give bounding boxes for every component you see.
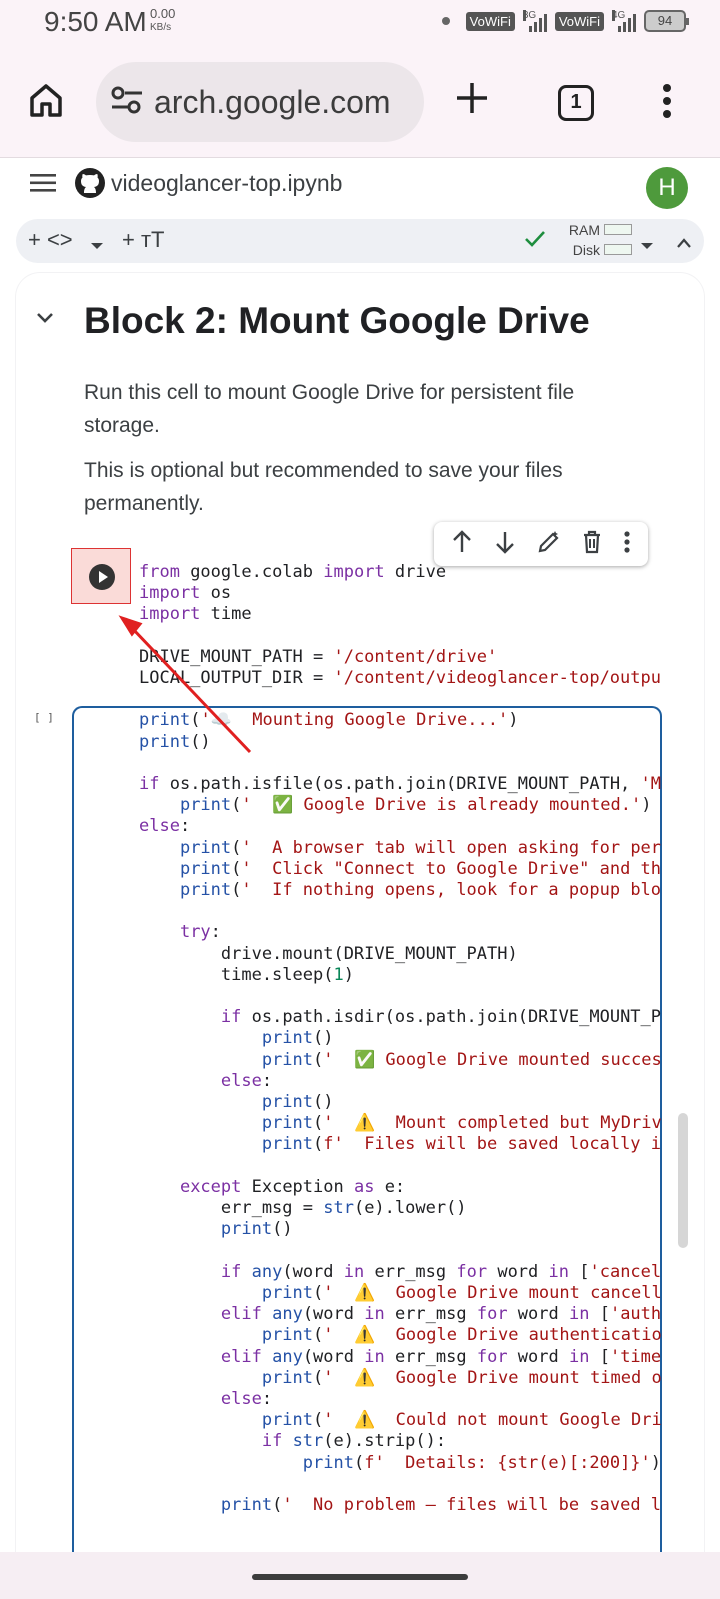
cell-more-options-icon[interactable]	[623, 530, 631, 559]
code-line: err_msg = str(e).lower()	[139, 1198, 467, 1219]
status-bar: 9:50 AM 0.00 KB/s VoWiFi 3G VoWiFi 4G 94	[0, 0, 720, 48]
move-up-icon[interactable]	[451, 529, 473, 559]
code-line: else:	[220, 1070, 273, 1091]
vowifi-badge-1: VoWiFi	[465, 11, 515, 31]
notification-dot-icon	[441, 17, 450, 25]
run-cell-button[interactable]	[89, 564, 115, 590]
address-bar[interactable]: arch.google.com	[96, 62, 424, 142]
resources-dropdown-icon[interactable]	[640, 231, 654, 257]
code-line: print(f' Details: {str(e)[:200]}')	[302, 1452, 662, 1473]
code-line: print('☁️ Mounting Google Drive...')	[139, 710, 519, 731]
code-line: time.sleep(1)	[139, 964, 354, 985]
page-scrollbar[interactable]	[678, 1113, 688, 1248]
code-line: if str(e).strip():	[261, 1431, 447, 1452]
url-text: arch.google.com	[154, 83, 391, 120]
speed-unit: KB/s	[150, 22, 172, 33]
avatar[interactable]: H	[646, 167, 688, 209]
code-line: print(' ⚠️ Mount completed but MyDriv	[261, 1113, 662, 1134]
ram-label: RAM	[568, 222, 600, 238]
run-cell-highlight	[71, 548, 131, 604]
signal-4g-label: 4G	[612, 10, 626, 21]
add-code-button[interactable]: + <>	[28, 227, 73, 253]
colab-header: videoglancer-top.ipynb H	[0, 159, 720, 214]
code-editor[interactable]: from google.colab import drive import os…	[139, 562, 669, 1522]
code-line: print(' ✅ Google Drive mounted succes	[261, 1049, 662, 1070]
network-speed: 0.00 KB/s	[150, 7, 175, 35]
code-line: if os.path.isdir(os.path.join(DRIVE_MOUN…	[220, 1007, 662, 1028]
notebook-toolbar: + <> + ᴛT RAM Disk	[16, 219, 704, 263]
edit-pencil-icon[interactable]	[537, 530, 561, 559]
disk-meter	[604, 244, 632, 255]
code-line: print()	[261, 1028, 334, 1049]
code-line: print(' If nothing opens, look for a pop…	[179, 880, 662, 901]
disk-label: Disk	[572, 242, 600, 258]
code-line: print(' Click "Connect to Google Drive" …	[179, 858, 662, 879]
code-line: print()	[139, 731, 211, 752]
execution-count: [ ]	[34, 711, 54, 724]
code-line: import time	[139, 604, 252, 625]
clock: 9:50 AM	[44, 6, 147, 37]
delete-icon[interactable]	[582, 530, 602, 559]
resource-labels[interactable]: RAM Disk	[552, 220, 600, 260]
chevron-up-icon[interactable]	[676, 229, 692, 255]
code-line: LOCAL_OUTPUT_DIR = '/content/videoglance…	[139, 668, 661, 689]
code-line: else:	[139, 816, 191, 837]
code-line: except Exception as e:	[179, 1176, 406, 1197]
chevron-down-icon[interactable]	[90, 231, 104, 257]
code-line: print(' ⚠️ Google Drive mount cancell	[261, 1282, 662, 1303]
new-tab-icon[interactable]	[454, 80, 490, 121]
home-icon[interactable]	[26, 80, 66, 125]
cell-toolbar	[434, 522, 648, 566]
code-line: print(' A browser tab will open asking f…	[179, 837, 662, 858]
code-line: elif any(word in err_msg for word in ['t…	[220, 1346, 662, 1367]
signal-3g-icon: 3G	[522, 10, 547, 32]
site-settings-icon[interactable]	[110, 85, 144, 120]
code-line: print(f' Files will be saved locally i	[261, 1134, 662, 1155]
ram-meter	[604, 224, 632, 235]
code-line: if any(word in err_msg for word in ['can…	[220, 1261, 662, 1282]
description-paragraph-1: Run this cell to mount Google Drive for …	[84, 381, 575, 437]
add-text-button[interactable]: + ᴛT	[122, 227, 164, 253]
code-line: else:	[220, 1388, 273, 1409]
github-icon	[74, 167, 106, 204]
notebook-title[interactable]: videoglancer-top.ipynb	[111, 170, 342, 197]
code-line: import os	[139, 583, 232, 604]
move-down-icon[interactable]	[494, 530, 516, 559]
code-line: drive.mount(DRIVE_MOUNT_PATH)	[139, 943, 518, 964]
status-icons: VoWiFi 3G VoWiFi 4G 94	[441, 10, 689, 32]
code-line: elif any(word in err_msg for word in ['a…	[220, 1304, 662, 1325]
more-options-icon[interactable]	[662, 84, 672, 123]
vowifi-badge-2: VoWiFi	[554, 11, 604, 31]
code-line: if os.path.isfile(os.path.join(DRIVE_MOU…	[139, 774, 662, 795]
battery-icon: 94	[644, 10, 689, 32]
system-navigation-bar	[0, 1552, 720, 1599]
code-line: print(' ⚠️ Google Drive mount timed o	[261, 1367, 662, 1388]
signal-4g-icon: 4G	[612, 10, 636, 32]
speed-value: 0.00	[150, 6, 176, 21]
connected-check-icon	[524, 229, 546, 254]
code-line: try:	[179, 922, 221, 943]
code-line: print(' ⚠️ Google Drive authenticatio	[261, 1325, 662, 1346]
signal-3g-label: 3G	[522, 10, 537, 21]
hamburger-menu-icon[interactable]	[30, 173, 56, 198]
code-line: DRIVE_MOUNT_PATH = '/content/drive'	[139, 646, 498, 667]
tab-switcher-button[interactable]: 1	[558, 85, 594, 121]
section-heading: Block 2: Mount Google Drive	[84, 300, 590, 341]
code-line: from google.colab import drive	[139, 562, 447, 582]
collapse-section-icon[interactable]	[36, 311, 54, 330]
code-line: print(' No problem — files will be saved…	[220, 1494, 662, 1515]
browser-toolbar: arch.google.com 1	[0, 48, 720, 158]
code-line: print()	[220, 1219, 293, 1240]
code-line: print()	[261, 1092, 334, 1113]
home-gesture-pill[interactable]	[252, 1574, 468, 1580]
code-line: print(' ✅ Google Drive is already mounte…	[179, 795, 652, 816]
code-line: print(' ⚠️ Could not mount Google Dri	[261, 1410, 662, 1431]
description-paragraph-2: This is optional but recommended to save…	[84, 459, 563, 515]
